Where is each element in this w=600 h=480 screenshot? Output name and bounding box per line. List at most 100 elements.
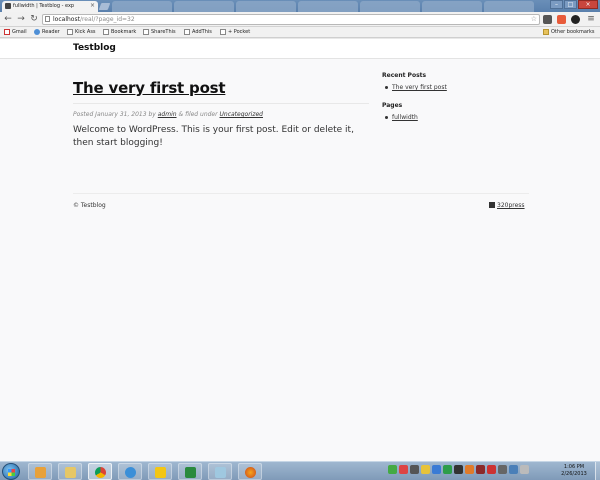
new-tab-button[interactable] bbox=[98, 3, 111, 10]
tab-background-7[interactable] bbox=[484, 1, 534, 12]
recent-posts-title: Recent Posts bbox=[382, 72, 427, 79]
bookmark-label: + Pocket bbox=[228, 29, 251, 35]
tab-background-5[interactable] bbox=[360, 1, 420, 12]
address-bar[interactable]: localhost/real/?page_id=32 ☆ bbox=[42, 14, 540, 25]
taskbar-app[interactable] bbox=[208, 463, 232, 480]
tray-icon[interactable] bbox=[487, 465, 496, 474]
tray-icon[interactable] bbox=[410, 465, 419, 474]
tray-icon[interactable] bbox=[454, 465, 463, 474]
window-controls: – □ × bbox=[550, 0, 598, 10]
tab-background-3[interactable] bbox=[236, 1, 296, 12]
bookmark-sharethis[interactable]: ShareThis bbox=[143, 27, 176, 37]
tab-background-4[interactable] bbox=[298, 1, 358, 12]
firefox-icon bbox=[245, 467, 256, 478]
windows-logo-icon bbox=[8, 469, 15, 476]
page-item[interactable]: fullwidth bbox=[385, 114, 418, 121]
start-button[interactable] bbox=[2, 463, 20, 480]
tab-active[interactable]: fullwidth | Testblog - exp × bbox=[2, 1, 98, 12]
extension-icon[interactable] bbox=[557, 15, 566, 24]
recent-post-link[interactable]: The very first post bbox=[392, 84, 447, 91]
tray-icon[interactable] bbox=[498, 465, 507, 474]
folder-icon bbox=[65, 467, 76, 478]
url-host: localhost bbox=[53, 16, 80, 23]
chrome-icon bbox=[95, 467, 106, 478]
tab-background-1[interactable] bbox=[112, 1, 172, 12]
reload-button[interactable]: ↻ bbox=[29, 14, 39, 24]
footer-credit[interactable]: 320press bbox=[489, 202, 525, 209]
bookmark-reader[interactable]: Reader bbox=[34, 27, 60, 37]
page-icon bbox=[45, 16, 50, 22]
bullet-icon bbox=[385, 116, 388, 119]
internet-explorer-icon bbox=[125, 467, 136, 478]
bookmark-label: Bookmark bbox=[111, 29, 137, 35]
system-tray bbox=[388, 465, 529, 477]
footer-credit-link[interactable]: 320press bbox=[497, 202, 525, 209]
footer-copyright: © Testblog bbox=[73, 202, 106, 209]
post-body: Welcome to WordPress. This is your first… bbox=[73, 125, 354, 148]
taskbar-excel[interactable] bbox=[178, 463, 202, 480]
tray-icon[interactable] bbox=[443, 465, 452, 474]
network-icon[interactable] bbox=[509, 465, 518, 474]
page-icon bbox=[103, 29, 109, 35]
bookmark-kick-ass[interactable]: Kick Ass bbox=[67, 27, 96, 37]
messenger-icon bbox=[155, 467, 166, 478]
pages-title: Pages bbox=[382, 102, 403, 109]
other-bookmarks-label: Other bookmarks bbox=[551, 29, 595, 35]
minimize-button[interactable]: – bbox=[550, 0, 563, 9]
post-meta-filed: & filed under bbox=[178, 111, 218, 118]
post-author-link[interactable]: admin bbox=[158, 111, 177, 118]
forward-button[interactable]: → bbox=[16, 14, 26, 24]
bookmark-gmail[interactable]: Gmail bbox=[4, 27, 27, 37]
tab-strip: fullwidth | Testblog - exp × – □ × bbox=[0, 0, 600, 12]
clock[interactable]: 1:06 PM 2/26/2013 bbox=[553, 464, 595, 478]
outlook-icon bbox=[35, 467, 46, 478]
post-meta-date: Posted January 31, 2013 by bbox=[73, 111, 156, 118]
favicon-icon bbox=[5, 3, 11, 9]
page-icon bbox=[220, 29, 226, 35]
post-divider bbox=[73, 103, 369, 104]
pocket-extension-icon[interactable] bbox=[543, 15, 552, 24]
page-link[interactable]: fullwidth bbox=[392, 114, 418, 121]
post-title[interactable]: The very first post bbox=[73, 79, 226, 97]
taskbar-explorer[interactable] bbox=[58, 463, 82, 480]
taskbar-ie[interactable] bbox=[118, 463, 142, 480]
back-button[interactable]: ← bbox=[3, 14, 13, 24]
site-title[interactable]: Testblog bbox=[73, 43, 116, 53]
taskbar-outlook[interactable] bbox=[28, 463, 52, 480]
bookmark-addthis[interactable]: AddThis bbox=[184, 27, 212, 37]
menu-wrench-icon[interactable]: ≡ bbox=[586, 14, 596, 24]
page-icon bbox=[184, 29, 190, 35]
taskbar: 1:06 PM 2/26/2013 bbox=[0, 461, 600, 480]
bookmark-star-icon[interactable]: ☆ bbox=[531, 15, 537, 24]
page-icon bbox=[67, 29, 73, 35]
bookmark-label: AddThis bbox=[192, 29, 212, 35]
tab-background-2[interactable] bbox=[174, 1, 234, 12]
bookmark-pocket[interactable]: + Pocket bbox=[220, 27, 250, 37]
bookmark-bookmark[interactable]: Bookmark bbox=[103, 27, 136, 37]
volume-icon[interactable] bbox=[520, 465, 529, 474]
bookmark-label: Gmail bbox=[12, 29, 27, 35]
other-bookmarks[interactable]: Other bookmarks bbox=[543, 27, 594, 37]
tray-icon[interactable] bbox=[388, 465, 397, 474]
tray-icon[interactable] bbox=[432, 465, 441, 474]
tray-icon[interactable] bbox=[421, 465, 430, 474]
page-viewport: Testblog The very first post Posted Janu… bbox=[0, 39, 600, 461]
post-category-link[interactable]: Uncategorized bbox=[220, 111, 263, 118]
tab-close-icon[interactable]: × bbox=[90, 1, 95, 11]
bullet-icon bbox=[385, 86, 388, 89]
page-icon bbox=[143, 29, 149, 35]
tray-icon[interactable] bbox=[399, 465, 408, 474]
taskbar-aim[interactable] bbox=[148, 463, 172, 480]
show-desktop-button[interactable] bbox=[595, 462, 600, 480]
extension-circle-icon[interactable] bbox=[571, 15, 580, 24]
bookmark-label: Reader bbox=[42, 29, 60, 35]
tab-background-6[interactable] bbox=[422, 1, 482, 12]
taskbar-chrome[interactable] bbox=[88, 463, 112, 480]
close-window-button[interactable]: × bbox=[578, 0, 598, 9]
maximize-button[interactable]: □ bbox=[564, 0, 577, 9]
tray-icon[interactable] bbox=[476, 465, 485, 474]
tray-icon[interactable] bbox=[465, 465, 474, 474]
taskbar-firefox[interactable] bbox=[238, 463, 262, 480]
bookmark-label: ShareThis bbox=[151, 29, 176, 35]
recent-post-item[interactable]: The very first post bbox=[385, 84, 447, 91]
